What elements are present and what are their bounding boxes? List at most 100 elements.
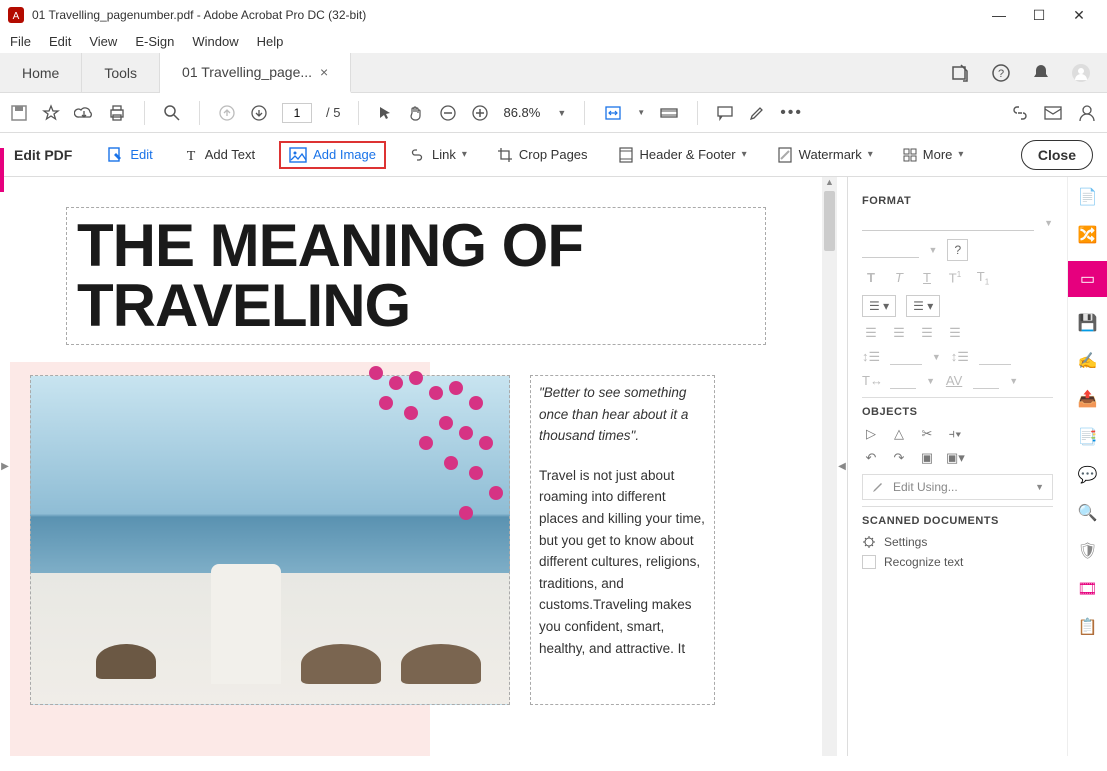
page-number-input[interactable] bbox=[282, 103, 312, 123]
paragraph-spacing-icon[interactable]: ↕☰ bbox=[951, 349, 969, 365]
scrollbar-thumb[interactable] bbox=[824, 191, 835, 251]
profile-icon[interactable] bbox=[1071, 63, 1091, 83]
star-icon[interactable] bbox=[42, 104, 60, 122]
edit-button[interactable]: Edit bbox=[100, 142, 158, 168]
headline-textbox[interactable]: THE MEANING OF TRAVELING bbox=[66, 207, 766, 345]
close-window-button[interactable]: ✕ bbox=[1059, 0, 1099, 30]
save-icon[interactable] bbox=[10, 104, 28, 122]
mail-icon[interactable] bbox=[1043, 105, 1063, 121]
menu-help[interactable]: Help bbox=[257, 34, 284, 49]
more-button[interactable]: More▾ bbox=[897, 143, 970, 166]
tab-tools[interactable]: Tools bbox=[82, 53, 160, 93]
link-tool-icon[interactable] bbox=[1011, 104, 1029, 122]
save-file-icon[interactable]: 💾 bbox=[1076, 311, 1100, 335]
line-spacing-icon[interactable]: ↕☰ bbox=[862, 349, 880, 365]
watermark-button[interactable]: Watermark▾ bbox=[771, 143, 879, 167]
bold-icon[interactable]: T bbox=[862, 270, 880, 285]
underline-icon[interactable]: T bbox=[918, 270, 936, 285]
comment-tool-icon[interactable]: 💬 bbox=[1076, 463, 1100, 487]
rotate-cw-icon[interactable]: ↷ bbox=[890, 450, 908, 466]
align-left-icon[interactable]: ☰ bbox=[862, 325, 880, 341]
create-pdf-icon[interactable]: 📄 bbox=[1076, 185, 1100, 209]
scan-ocr-icon[interactable]: 🔍 bbox=[1076, 501, 1100, 525]
superscript-icon[interactable]: T1 bbox=[946, 270, 964, 285]
edit-using-button[interactable]: Edit Using... ▼ bbox=[862, 474, 1053, 500]
menu-edit[interactable]: Edit bbox=[49, 34, 71, 49]
page-down-icon[interactable] bbox=[250, 104, 268, 122]
scan-icon[interactable] bbox=[951, 63, 971, 83]
align-center-icon[interactable]: ☰ bbox=[890, 325, 908, 341]
zoom-in-icon[interactable] bbox=[471, 104, 489, 122]
crop-button[interactable]: Crop Pages bbox=[491, 143, 594, 167]
link-button[interactable]: Link▾ bbox=[404, 143, 473, 167]
font-family-select[interactable] bbox=[862, 215, 1034, 231]
help-icon[interactable]: ? bbox=[991, 63, 1011, 83]
flip-v-icon[interactable]: ▷ bbox=[862, 426, 880, 442]
rotate-ccw-icon[interactable]: ↶ bbox=[862, 450, 880, 466]
char-spacing-icon[interactable]: AV bbox=[945, 373, 963, 388]
menu-view[interactable]: View bbox=[89, 34, 117, 49]
bell-icon[interactable] bbox=[1031, 63, 1051, 83]
cloud-icon[interactable] bbox=[74, 104, 94, 122]
header-footer-button[interactable]: Header & Footer▾ bbox=[612, 143, 753, 167]
tab-home[interactable]: Home bbox=[0, 53, 82, 93]
crop-obj-icon[interactable]: ✂ bbox=[918, 426, 936, 442]
hand-icon[interactable] bbox=[407, 104, 425, 122]
body-textbox[interactable]: "Better to see something once than hear … bbox=[530, 375, 715, 705]
vertical-scrollbar[interactable]: ▲ bbox=[822, 177, 837, 756]
text-color-button[interactable]: ? bbox=[947, 239, 968, 261]
align-justify-icon[interactable]: ☰ bbox=[946, 325, 964, 341]
bulleted-list-button[interactable]: ☰ ▾ bbox=[862, 295, 896, 317]
menu-file[interactable]: File bbox=[10, 34, 31, 49]
page-up-icon[interactable] bbox=[218, 104, 236, 122]
search-icon[interactable] bbox=[163, 104, 181, 122]
align-obj-icon[interactable]: ⫞▾ bbox=[946, 426, 964, 442]
protect-icon[interactable]: 🛡 bbox=[1076, 539, 1100, 563]
organize-icon[interactable]: 📑 bbox=[1076, 425, 1100, 449]
edit-pdf-icon[interactable]: ▭ bbox=[1068, 261, 1107, 297]
more-tools-icon[interactable]: 📋 bbox=[1076, 615, 1100, 639]
arrow-cursor-icon[interactable] bbox=[377, 105, 393, 121]
add-image-button[interactable]: Add Image bbox=[279, 141, 386, 169]
settings-button[interactable]: Settings bbox=[862, 535, 1053, 549]
italic-icon[interactable]: T bbox=[890, 270, 908, 285]
flip-h-icon[interactable]: △ bbox=[890, 426, 908, 442]
more-icon[interactable]: ••• bbox=[780, 104, 803, 122]
maximize-button[interactable]: ☐ bbox=[1019, 0, 1059, 30]
editbar: Edit PDF Edit TAdd Text Add Image Link▾ … bbox=[0, 133, 1107, 177]
combine-icon[interactable]: 🔀 bbox=[1076, 223, 1100, 247]
chevron-down-icon[interactable]: ▼ bbox=[637, 108, 645, 117]
minimize-button[interactable]: ― bbox=[979, 0, 1019, 30]
read-mode-icon[interactable] bbox=[659, 105, 679, 121]
photo-placeholder[interactable] bbox=[30, 375, 510, 705]
menu-window[interactable]: Window bbox=[192, 34, 238, 49]
right-panel-handle[interactable]: ◀ bbox=[837, 177, 847, 756]
recognize-text-checkbox[interactable]: Recognize text bbox=[862, 555, 1053, 569]
zoom-out-icon[interactable] bbox=[439, 104, 457, 122]
font-size-select[interactable] bbox=[862, 242, 919, 258]
comment-icon[interactable] bbox=[716, 104, 734, 122]
rich-media-icon[interactable]: 🎞 bbox=[1076, 577, 1100, 601]
menu-esign[interactable]: E-Sign bbox=[135, 34, 174, 49]
fit-width-icon[interactable] bbox=[603, 104, 623, 122]
document-area[interactable]: THE MEANING OF TRAVELING "Better to see … bbox=[10, 177, 822, 756]
arrange-icon[interactable]: ▣▾ bbox=[946, 450, 964, 466]
highlight-icon[interactable] bbox=[748, 104, 766, 122]
zoom-value-label[interactable]: 86.8% bbox=[503, 105, 540, 120]
close-tab-icon[interactable]: × bbox=[320, 64, 328, 80]
account-icon[interactable] bbox=[1077, 103, 1097, 123]
align-right-icon[interactable]: ☰ bbox=[918, 325, 936, 341]
add-text-button[interactable]: TAdd Text bbox=[177, 143, 261, 167]
sign-icon[interactable]: ✍ bbox=[1076, 349, 1100, 373]
chevron-down-icon[interactable]: ▼ bbox=[557, 108, 566, 118]
horizontal-scale-icon[interactable]: T↔ bbox=[862, 373, 880, 388]
print-icon[interactable] bbox=[108, 104, 126, 122]
window-title: 01 Travelling_pagenumber.pdf - Adobe Acr… bbox=[32, 8, 979, 22]
numbered-list-button[interactable]: ☰ ▾ bbox=[906, 295, 940, 317]
close-button[interactable]: Close bbox=[1021, 140, 1093, 170]
export-icon[interactable]: 📤 bbox=[1076, 387, 1100, 411]
subscript-icon[interactable]: T1 bbox=[974, 269, 992, 287]
left-panel-handle[interactable]: ▶ bbox=[0, 177, 10, 756]
tab-document[interactable]: 01 Travelling_page... × bbox=[160, 53, 351, 93]
replace-img-icon[interactable]: ▣ bbox=[918, 450, 936, 466]
